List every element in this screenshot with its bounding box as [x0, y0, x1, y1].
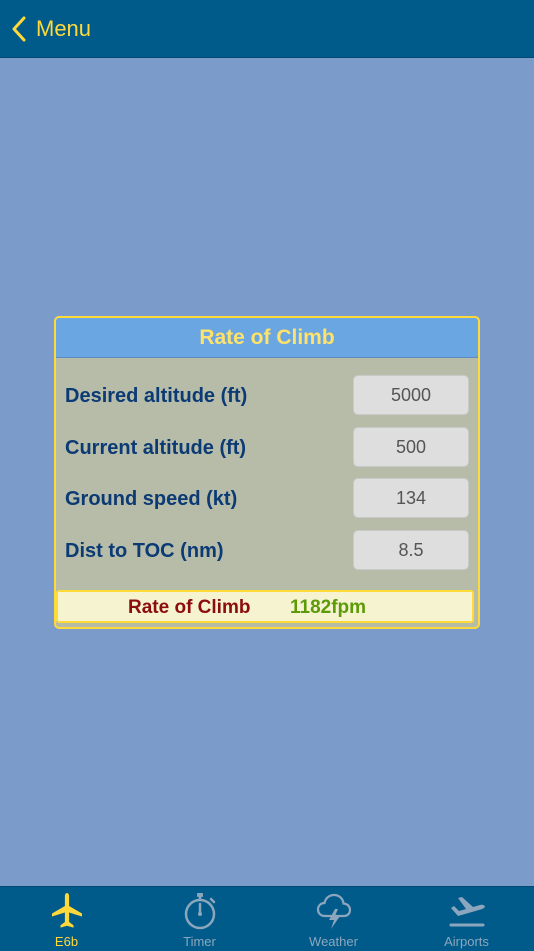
card-header: Rate of Climb	[56, 318, 478, 358]
ground-speed-input[interactable]	[353, 478, 469, 518]
current-altitude-input[interactable]	[353, 427, 469, 467]
dist-to-toc-row: Dist to TOC (nm)	[56, 529, 478, 573]
rate-of-climb-card: Rate of Climb Desired altitude (ft) Curr…	[54, 316, 480, 629]
airplane-icon	[0, 892, 133, 935]
desired-altitude-input[interactable]	[353, 375, 469, 415]
desired-altitude-row: Desired altitude (ft)	[56, 374, 478, 418]
tab-e6b[interactable]: E6b	[0, 887, 133, 951]
tab-timer[interactable]: Timer	[133, 887, 266, 951]
current-altitude-row: Current altitude (ft)	[56, 426, 478, 470]
tab-bar: E6b Timer Weather Airports	[0, 886, 534, 951]
result-bar: Rate of Climb 1182fpm	[56, 590, 474, 623]
back-label: Menu	[36, 16, 92, 41]
ground-speed-label: Ground speed (kt)	[65, 488, 238, 510]
tab-airports[interactable]: Airports	[400, 887, 533, 951]
tab-label-airports: Airports	[444, 934, 489, 949]
tab-label-weather: Weather	[309, 934, 358, 949]
dist-to-toc-input[interactable]	[353, 530, 469, 570]
stopwatch-icon	[133, 892, 266, 935]
storm-cloud-icon	[267, 892, 400, 935]
tab-weather[interactable]: Weather	[267, 887, 400, 951]
tab-label-e6b: E6b	[54, 934, 79, 949]
tab-label-timer: Timer	[183, 934, 216, 949]
airplane-departure-icon	[400, 892, 533, 935]
result-value: 1182fpm	[290, 597, 367, 618]
desired-altitude-label: Desired altitude (ft)	[65, 385, 248, 407]
current-altitude-label: Current altitude (ft)	[65, 437, 247, 459]
card-title: Rate of Climb	[199, 325, 335, 349]
nav-bar: Menu	[0, 0, 534, 58]
chevron-left-icon	[12, 16, 26, 42]
ground-speed-row: Ground speed (kt)	[56, 477, 478, 521]
result-label: Rate of Climb	[128, 597, 251, 618]
menu-back-button[interactable]: Menu	[12, 12, 91, 46]
dist-to-toc-label: Dist to TOC (nm)	[65, 540, 224, 562]
